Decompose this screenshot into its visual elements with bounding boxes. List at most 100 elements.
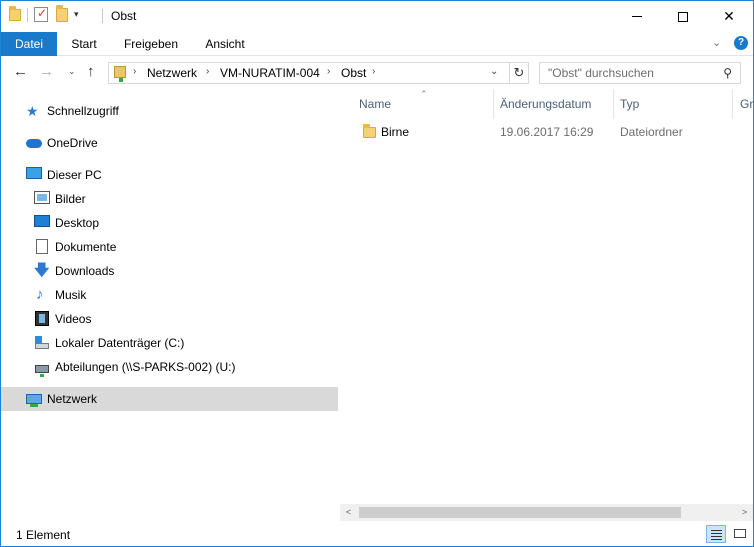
properties-icon[interactable] [34,6,48,22]
sidebar-item-dieser-pc[interactable]: Dieser PC [1,163,338,187]
sidebar-item-label: Bilder [55,192,86,206]
search-input[interactable]: "Obst" durchsuchen ⚲ [539,62,741,84]
maximize-button[interactable] [660,1,706,32]
sidebar-item-schnellzugriff[interactable]: ★ Schnellzugriff [1,99,338,123]
sidebar-item-label: Lokaler Datenträger (C:) [55,336,185,350]
breadcrumb-chevron-icon[interactable]: › [327,66,330,77]
refresh-button[interactable]: ↻ [509,63,528,83]
column-divider[interactable] [493,89,494,119]
help-icon[interactable]: ? [734,36,748,50]
cloud-icon [26,135,42,151]
videos-icon [34,311,50,327]
details-view-icon[interactable] [706,525,726,543]
breadcrumb-vm-nuratim-004[interactable]: VM-NURATIM-004 [220,66,320,80]
sidebar-item-desktop[interactable]: Desktop [1,211,338,235]
sidebar-item-label: OneDrive [47,136,98,150]
sidebar-item-onedrive[interactable]: OneDrive [1,131,338,155]
sidebar-item-label: Videos [55,312,92,326]
music-icon: ♪ [36,286,44,303]
tab-datei[interactable]: Datei [1,32,57,56]
item-count: 1 Element [16,528,71,542]
column-header-name[interactable]: Name [359,97,391,111]
navigation-pane: ★ Schnellzugriff OneDrive Dieser PC Bild… [1,89,339,521]
local-drive-icon [34,335,50,351]
ribbon-tabs: Datei Start Freigeben Ansicht ⌄ ? [1,32,753,56]
status-bar: 1 Element [1,523,753,546]
sort-ascending-icon: ⌃ [420,89,428,99]
sidebar-item-musik[interactable]: ♪ Musik [1,283,338,307]
file-name: Birne [381,125,410,139]
expand-ribbon-icon[interactable]: ⌄ [712,36,721,49]
address-bar[interactable]: › Netzwerk › VM-NURATIM-004 › Obst › ⌄ ↻ [108,62,529,84]
star-icon: ★ [26,103,39,119]
new-folder-icon[interactable] [56,4,68,22]
horizontal-scrollbar[interactable]: < > [340,504,753,521]
file-modified: 19.06.2017 16:29 [500,125,594,139]
minimize-button[interactable] [614,1,660,32]
scrollbar-thumb[interactable] [359,507,681,518]
scroll-left-icon[interactable]: < [340,504,357,521]
sidebar-item-label: Dieser PC [47,168,102,182]
network-icon [26,391,42,407]
back-button[interactable]: ← [13,63,28,80]
title-separator [102,9,103,23]
computer-icon [26,167,42,183]
breadcrumb-chevron-icon[interactable]: › [206,66,209,77]
qat-separator [27,7,28,22]
recent-locations-button[interactable]: ⌄ [68,66,76,77]
sidebar-item-label: Dokumente [55,240,117,254]
quick-access-toolbar: ▾ [9,4,79,22]
up-button[interactable]: ↑ [87,63,95,80]
breadcrumb-netzwerk[interactable]: Netzwerk [147,66,197,80]
pictures-icon [34,191,50,207]
large-icons-view-icon[interactable] [730,525,750,543]
app-folder-icon [9,5,21,21]
sidebar-item-label: Netzwerk [47,392,98,406]
search-icon[interactable]: ⚲ [723,66,732,80]
sidebar-item-dokumente[interactable]: Dokumente [1,235,338,259]
tab-start[interactable]: Start [59,32,109,56]
sidebar-item-label: Abteilungen (\\S-PARKS-002) (U:) [55,360,236,374]
file-type: Dateiordner [620,125,683,139]
download-icon: 🡇 [34,262,50,279]
network-location-icon [114,66,126,82]
search-placeholder: "Obst" durchsuchen [548,66,654,80]
sidebar-item-label: Downloads [55,264,115,278]
file-list: ⌃ Name Änderungsdatum Typ Gr Birne 19.06… [340,89,753,521]
table-row[interactable]: Birne 19.06.2017 16:29 Dateiordner [357,121,737,143]
close-icon: ✕ [723,8,735,24]
forward-button[interactable]: → [39,63,54,80]
sidebar-item-label: Musik [55,288,87,302]
network-drive-icon [34,359,50,377]
column-header-modified[interactable]: Änderungsdatum [500,97,591,111]
explorer-window: ▾ Obst ✕ Datei Start Freigeben Ansicht ⌄… [0,0,754,547]
sidebar-item-label: Desktop [55,216,100,230]
tab-freigeben[interactable]: Freigeben [113,32,189,56]
tab-ansicht[interactable]: Ansicht [193,32,257,56]
breadcrumb-chevron-icon[interactable]: › [133,66,136,77]
breadcrumb-obst[interactable]: Obst [341,66,366,80]
customize-dropdown-icon[interactable]: ▾ [74,9,79,20]
sidebar-item-label: Schnellzugriff [47,104,119,118]
scroll-right-icon[interactable]: > [736,504,753,521]
desktop-icon [34,215,50,231]
column-header-type[interactable]: Typ [620,97,639,111]
sidebar-item-local-drive-c[interactable]: Lokaler Datenträger (C:) [1,331,338,355]
sidebar-item-netzwerk[interactable]: Netzwerk [1,387,338,411]
title-bar[interactable]: ▾ Obst ✕ [1,1,753,32]
column-header-size[interactable]: Gr [740,97,753,111]
sidebar-item-videos[interactable]: Videos [1,307,338,331]
sidebar-item-abteilungen-u[interactable]: Abteilungen (\\S-PARKS-002) (U:) [1,355,338,379]
minimize-icon [632,16,642,17]
maximize-icon [678,11,688,22]
documents-icon [34,239,50,255]
navigation-bar: ← → ⌄ ↑ › Netzwerk › VM-NURATIM-004 › Ob… [1,57,753,89]
column-divider[interactable] [613,89,614,119]
breadcrumb-chevron-icon[interactable]: › [372,66,375,77]
column-divider[interactable] [732,89,733,119]
address-dropdown-icon[interactable]: ⌄ [490,66,498,77]
close-button[interactable]: ✕ [706,1,752,32]
sidebar-item-downloads[interactable]: 🡇 Downloads [1,259,338,283]
window-title: Obst [111,9,137,23]
sidebar-item-bilder[interactable]: Bilder [1,187,338,211]
